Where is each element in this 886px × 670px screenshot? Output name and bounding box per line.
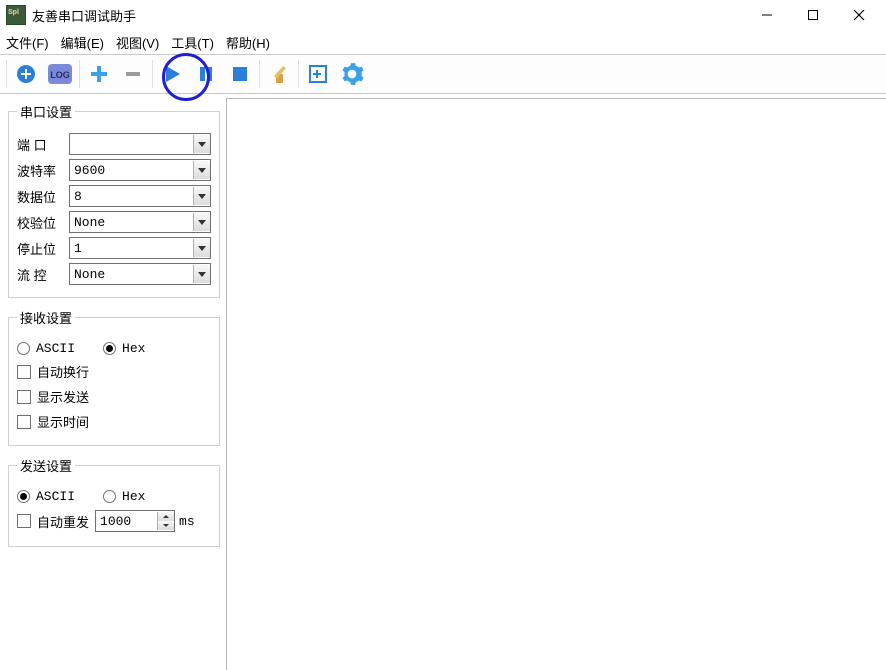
baud-dropdown[interactable]: 9600 bbox=[69, 159, 211, 181]
toolbar-separator bbox=[298, 60, 299, 88]
flow-value: None bbox=[70, 267, 193, 282]
baud-value: 9600 bbox=[70, 163, 193, 178]
toolbar-separator bbox=[6, 60, 7, 88]
receive-hex-radio[interactable]: Hex bbox=[103, 341, 145, 356]
menu-file[interactable]: 文件(F) bbox=[6, 33, 49, 52]
checkbox-icon bbox=[17, 390, 31, 404]
parity-dropdown[interactable]: None bbox=[69, 211, 211, 233]
toolbar-separator bbox=[79, 60, 80, 88]
send-ascii-label: ASCII bbox=[36, 489, 75, 504]
plus-button[interactable] bbox=[83, 58, 115, 90]
menu-edit[interactable]: 编辑(E) bbox=[61, 33, 104, 52]
settings-sidebar: 串口设置 端 口 波特率 9600 数据位 bbox=[0, 94, 226, 670]
svg-text:LOG: LOG bbox=[50, 70, 70, 80]
send-settings-legend: 发送设置 bbox=[17, 456, 75, 475]
show-send-checkbox[interactable]: 显示发送 bbox=[17, 387, 89, 406]
auto-resend-label: 自动重发 bbox=[37, 512, 89, 531]
output-area[interactable] bbox=[226, 98, 886, 670]
toolbar: LOG bbox=[0, 54, 886, 94]
menu-help[interactable]: 帮助(H) bbox=[226, 33, 270, 52]
databits-label: 数据位 bbox=[17, 187, 69, 206]
resend-interval-value: 1000 bbox=[96, 514, 157, 529]
port-dropdown[interactable] bbox=[69, 133, 211, 155]
send-hex-radio[interactable]: Hex bbox=[103, 489, 145, 504]
app-icon bbox=[6, 5, 26, 25]
menu-tools[interactable]: 工具(T) bbox=[171, 33, 214, 52]
parity-value: None bbox=[70, 215, 193, 230]
menu-bar: 文件(F) 编辑(E) 视图(V) 工具(T) 帮助(H) bbox=[0, 30, 886, 54]
checkbox-icon bbox=[17, 415, 31, 429]
receive-settings-group: 接收设置 ASCII Hex 自动换行 bbox=[8, 308, 220, 446]
databits-value: 8 bbox=[70, 189, 193, 204]
window-title: 友善串口调试助手 bbox=[32, 6, 136, 25]
chevron-down-icon bbox=[193, 187, 210, 205]
pause-button[interactable] bbox=[190, 58, 222, 90]
auto-wrap-label: 自动换行 bbox=[37, 362, 89, 381]
log-button[interactable]: LOG bbox=[44, 58, 76, 90]
auto-wrap-checkbox[interactable]: 自动换行 bbox=[17, 362, 89, 381]
stop-button[interactable] bbox=[224, 58, 256, 90]
chevron-down-icon bbox=[193, 265, 210, 283]
receive-ascii-label: ASCII bbox=[36, 341, 75, 356]
close-button[interactable] bbox=[836, 0, 882, 30]
radio-icon bbox=[103, 490, 116, 503]
send-hex-label: Hex bbox=[122, 489, 145, 504]
stopbits-dropdown[interactable]: 1 bbox=[69, 237, 211, 259]
stopbits-value: 1 bbox=[70, 241, 193, 256]
chevron-down-icon bbox=[193, 161, 210, 179]
resend-interval-unit: ms bbox=[179, 514, 195, 529]
radio-icon bbox=[17, 490, 30, 503]
chevron-down-icon bbox=[193, 239, 210, 257]
checkbox-icon bbox=[17, 514, 31, 528]
show-time-checkbox[interactable]: 显示时间 bbox=[17, 412, 89, 431]
auto-resend-checkbox[interactable]: 自动重发 bbox=[17, 512, 89, 531]
spinner-down-icon[interactable] bbox=[158, 521, 174, 530]
stopbits-label: 停止位 bbox=[17, 239, 69, 258]
toolbar-separator bbox=[152, 60, 153, 88]
send-ascii-radio[interactable]: ASCII bbox=[17, 489, 75, 504]
maximize-button[interactable] bbox=[790, 0, 836, 30]
minus-button[interactable] bbox=[117, 58, 149, 90]
new-window-button[interactable] bbox=[302, 58, 334, 90]
window-controls bbox=[744, 0, 882, 30]
send-settings-group: 发送设置 ASCII Hex 自动重发 bbox=[8, 456, 220, 547]
show-send-label: 显示发送 bbox=[37, 387, 89, 406]
receive-ascii-radio[interactable]: ASCII bbox=[17, 341, 75, 356]
receive-settings-legend: 接收设置 bbox=[17, 308, 75, 327]
body-area: 串口设置 端 口 波特率 9600 数据位 bbox=[0, 94, 886, 670]
flow-dropdown[interactable]: None bbox=[69, 263, 211, 285]
toolbar-separator bbox=[259, 60, 260, 88]
databits-dropdown[interactable]: 8 bbox=[69, 185, 211, 207]
baud-label: 波特率 bbox=[17, 161, 69, 180]
settings-button[interactable] bbox=[336, 58, 368, 90]
serial-settings-group: 串口设置 端 口 波特率 9600 数据位 bbox=[8, 102, 220, 298]
port-label: 端 口 bbox=[17, 135, 69, 154]
app-window: 友善串口调试助手 文件(F) 编辑(E) 视图(V) 工具(T) 帮助(H) L… bbox=[0, 0, 886, 670]
radio-icon bbox=[103, 342, 116, 355]
title-bar: 友善串口调试助手 bbox=[0, 0, 886, 30]
show-time-label: 显示时间 bbox=[37, 412, 89, 431]
parity-label: 校验位 bbox=[17, 213, 69, 232]
minimize-button[interactable] bbox=[744, 0, 790, 30]
serial-settings-legend: 串口设置 bbox=[17, 102, 75, 121]
chevron-down-icon bbox=[193, 213, 210, 231]
resend-interval-spinner[interactable]: 1000 bbox=[95, 510, 175, 532]
start-button[interactable] bbox=[156, 58, 188, 90]
radio-icon bbox=[17, 342, 30, 355]
chevron-down-icon bbox=[193, 135, 210, 153]
flow-label: 流 控 bbox=[17, 265, 69, 284]
spinner-up-icon[interactable] bbox=[158, 512, 174, 521]
clear-button[interactable] bbox=[263, 58, 295, 90]
spinner-buttons bbox=[157, 512, 174, 530]
add-port-button[interactable] bbox=[10, 58, 42, 90]
checkbox-icon bbox=[17, 365, 31, 379]
receive-hex-label: Hex bbox=[122, 341, 145, 356]
menu-view[interactable]: 视图(V) bbox=[116, 33, 159, 52]
